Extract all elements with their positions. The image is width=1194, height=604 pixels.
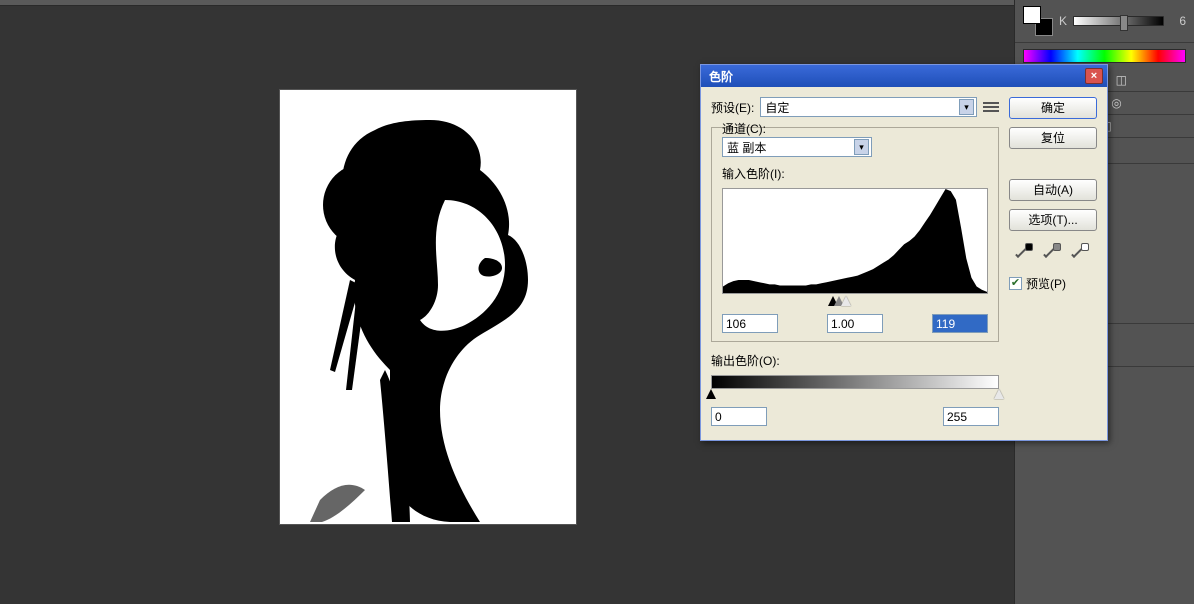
k-slider[interactable] <box>1073 16 1164 26</box>
ok-button[interactable]: 确定 <box>1009 97 1097 119</box>
channel-fieldset: 通道(C): 蓝 副本 ▾ 输入色阶(I): <box>711 127 999 342</box>
channel-select[interactable]: 蓝 副本 ▾ <box>722 137 872 157</box>
input-slider-track[interactable] <box>722 298 988 308</box>
input-white-field[interactable] <box>932 314 988 333</box>
histogram-chart <box>723 189 987 293</box>
input-black-field[interactable] <box>722 314 778 333</box>
k-channel-label: K <box>1059 14 1067 28</box>
document-image[interactable] <box>280 90 576 524</box>
portrait-image <box>280 90 576 524</box>
black-eyedropper-icon[interactable] <box>1015 241 1035 261</box>
k-value: 6 <box>1170 14 1186 28</box>
color-swatch-row: K 6 <box>1015 0 1194 43</box>
gray-eyedropper-icon[interactable] <box>1043 241 1063 261</box>
input-levels-label: 输入色阶(I): <box>722 165 988 182</box>
channel-label: 通道(C): <box>722 122 766 136</box>
output-white-slider[interactable] <box>994 389 1004 399</box>
input-histogram[interactable] <box>722 188 988 294</box>
output-gradient[interactable] <box>711 375 999 389</box>
close-icon[interactable]: × <box>1085 68 1103 84</box>
levels-dialog: 色阶 × 预设(E): 自定 ▾ 通道(C): 蓝 副本 ▾ <box>700 64 1108 441</box>
adj-icon[interactable]: ◫ <box>1116 73 1127 87</box>
hue-spectrum-strip[interactable] <box>1023 49 1186 63</box>
preset-menu-icon[interactable] <box>983 100 999 114</box>
reset-button[interactable]: 复位 <box>1009 127 1097 149</box>
output-levels-label: 输出色阶(O): <box>711 352 999 369</box>
chevron-down-icon[interactable]: ▾ <box>959 99 974 115</box>
chevron-down-icon[interactable]: ▾ <box>854 139 869 155</box>
output-slider-track[interactable] <box>711 391 999 401</box>
preview-checkbox[interactable]: ✔ <box>1009 277 1022 290</box>
preset-label: 预设(E): <box>711 99 754 116</box>
white-eyedropper-icon[interactable] <box>1071 241 1091 261</box>
white-point-slider[interactable] <box>841 296 851 306</box>
dialog-titlebar[interactable]: 色阶 × <box>701 65 1107 87</box>
dialog-title: 色阶 <box>705 68 733 85</box>
fg-bg-swatch[interactable] <box>1023 6 1053 36</box>
preset-value: 自定 <box>765 99 789 116</box>
preset-select[interactable]: 自定 ▾ <box>760 97 977 117</box>
adj-icon[interactable]: ◎ <box>1111 96 1121 110</box>
output-black-field[interactable] <box>711 407 767 426</box>
preview-label: 预览(P) <box>1026 275 1066 292</box>
options-button[interactable]: 选项(T)... <box>1009 209 1097 231</box>
input-gamma-field[interactable] <box>827 314 883 333</box>
eyedropper-group <box>1009 241 1097 261</box>
channel-value: 蓝 副本 <box>727 139 766 156</box>
foreground-color-swatch[interactable] <box>1023 6 1041 24</box>
output-white-field[interactable] <box>943 407 999 426</box>
output-black-slider[interactable] <box>706 389 716 399</box>
auto-button[interactable]: 自动(A) <box>1009 179 1097 201</box>
